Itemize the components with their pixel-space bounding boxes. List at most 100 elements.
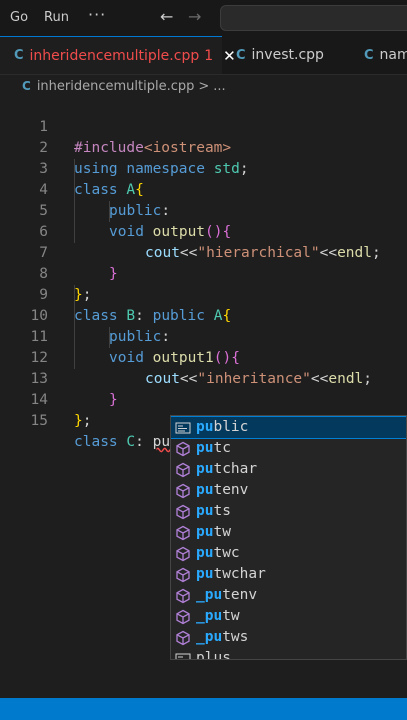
menu-run[interactable]: Run xyxy=(44,10,69,25)
function-icon xyxy=(176,546,190,562)
suggestion-match: _pu xyxy=(196,608,223,624)
token: <iostream> xyxy=(143,140,232,156)
line-number: 15 xyxy=(30,413,48,429)
code-line: 2 using namespace std; xyxy=(0,117,248,177)
token: { xyxy=(222,308,232,324)
suggestion-item[interactable]: public xyxy=(171,416,406,439)
token: std xyxy=(213,161,240,177)
suggestion-item[interactable]: putwc xyxy=(171,543,406,564)
function-icon xyxy=(176,504,190,520)
title-bar: Go Run ··· ← → xyxy=(0,0,407,36)
token: A xyxy=(126,182,136,198)
cpp-file-icon: C xyxy=(236,47,246,63)
code-line: 7 } xyxy=(0,222,117,282)
suggestion-rest: tenv xyxy=(222,587,258,603)
problem-count-badge: 1 xyxy=(204,47,214,64)
token: endl xyxy=(328,371,364,387)
token: "inheritance" xyxy=(197,371,311,387)
function-icon xyxy=(176,462,190,478)
token: << xyxy=(179,371,198,387)
suggestion-item[interactable]: _putws xyxy=(171,627,406,648)
token: output1 xyxy=(152,350,214,366)
breadcrumb-separator: > xyxy=(198,78,210,94)
token: } xyxy=(109,266,118,282)
token: class xyxy=(74,434,118,450)
suggestion-match: pu xyxy=(196,524,214,540)
suggestion-item[interactable]: putenv xyxy=(171,480,406,501)
suggestion-match: pu xyxy=(196,482,214,498)
suggestion-match: pu xyxy=(196,566,214,582)
breadcrumb: C inheridencemultiple.cpp > ... xyxy=(0,75,407,97)
token: } xyxy=(74,287,83,303)
command-center-search[interactable] xyxy=(220,5,407,31)
token: ( xyxy=(213,350,223,366)
keyword-icon xyxy=(175,422,191,434)
token: { xyxy=(135,182,144,198)
cpp-file-icon: C xyxy=(22,79,31,93)
suggestion-match: _pu xyxy=(196,587,223,603)
code-line: 9 class B: public A{ xyxy=(0,264,231,324)
token: cout xyxy=(145,371,180,387)
function-icon xyxy=(176,588,190,604)
suggestion-item[interactable]: _putenv xyxy=(171,585,406,606)
tab-label: invest.cpp xyxy=(251,47,324,63)
close-icon[interactable]: ✕ xyxy=(223,47,236,65)
token: public xyxy=(109,203,162,219)
code-line: 15 class C: pu xyxy=(0,390,171,450)
suggestion-item[interactable]: plus xyxy=(171,648,406,659)
token: class xyxy=(74,182,118,198)
token: output xyxy=(152,224,206,240)
keyword-icon xyxy=(175,653,191,659)
function-icon xyxy=(176,441,190,457)
breadcrumb-file[interactable]: inheridencemultiple.cpp xyxy=(37,79,195,94)
suggestion-item[interactable]: putw xyxy=(171,522,406,543)
menu-go[interactable]: Go xyxy=(10,10,28,25)
tab-label: nam xyxy=(379,47,407,63)
token: } xyxy=(109,392,118,408)
suggestion-item[interactable]: putwchar xyxy=(171,564,406,585)
tab-inheridencemultiple[interactable]: C inheridencemultiple.cpp 1 ✕ xyxy=(0,36,236,74)
suggestion-match: pu xyxy=(196,503,214,519)
suggestion-item[interactable]: putchar xyxy=(171,459,406,480)
token: : xyxy=(161,203,171,219)
breadcrumb-more[interactable]: ... xyxy=(213,79,225,94)
suggestion-item[interactable]: putc xyxy=(171,438,406,459)
code-line: 13 } xyxy=(0,348,118,408)
more-menu-icon[interactable]: ··· xyxy=(88,5,106,24)
function-icon xyxy=(176,630,190,646)
function-icon xyxy=(176,609,190,625)
token: ; xyxy=(239,161,249,177)
token: namespace xyxy=(126,161,205,177)
suggestion-rest: tws xyxy=(222,629,249,645)
token: pu xyxy=(152,434,171,450)
tab-label: inheridencemultiple.cpp xyxy=(29,47,200,64)
token: << xyxy=(179,245,198,261)
suggestion-item[interactable]: _putw xyxy=(171,606,406,627)
token: ; xyxy=(372,245,381,261)
code-line: 11 void output1(){ xyxy=(0,306,240,366)
token: endl xyxy=(337,245,372,261)
editor-tabs: C inheridencemultiple.cpp 1 ✕ C invest.c… xyxy=(0,36,407,75)
token: cout xyxy=(145,245,180,261)
code-line: 1 #include<iostream> xyxy=(0,96,231,156)
status-bar xyxy=(0,698,407,720)
token: "hierarchical" xyxy=(197,245,320,261)
tab-nam[interactable]: C nam xyxy=(364,36,407,74)
forward-arrow-icon[interactable]: → xyxy=(188,7,201,26)
function-icon xyxy=(176,483,190,499)
token: ; xyxy=(82,287,92,303)
token: public xyxy=(109,329,162,345)
token: C xyxy=(126,434,136,450)
code-line: 12 cout<<"inheritance"<<endl; xyxy=(0,327,372,387)
tab-invest[interactable]: C invest.cpp xyxy=(236,36,324,74)
back-arrow-icon[interactable]: ← xyxy=(160,7,173,26)
suggestion-rest: tw xyxy=(213,524,231,540)
suggestion-item[interactable]: puts xyxy=(171,501,406,522)
code-line: 6 cout<<"hierarchical"<<endl; xyxy=(0,201,380,261)
function-icon xyxy=(176,525,190,541)
suggestion-match: pu xyxy=(196,545,214,561)
token: ) xyxy=(213,224,223,240)
